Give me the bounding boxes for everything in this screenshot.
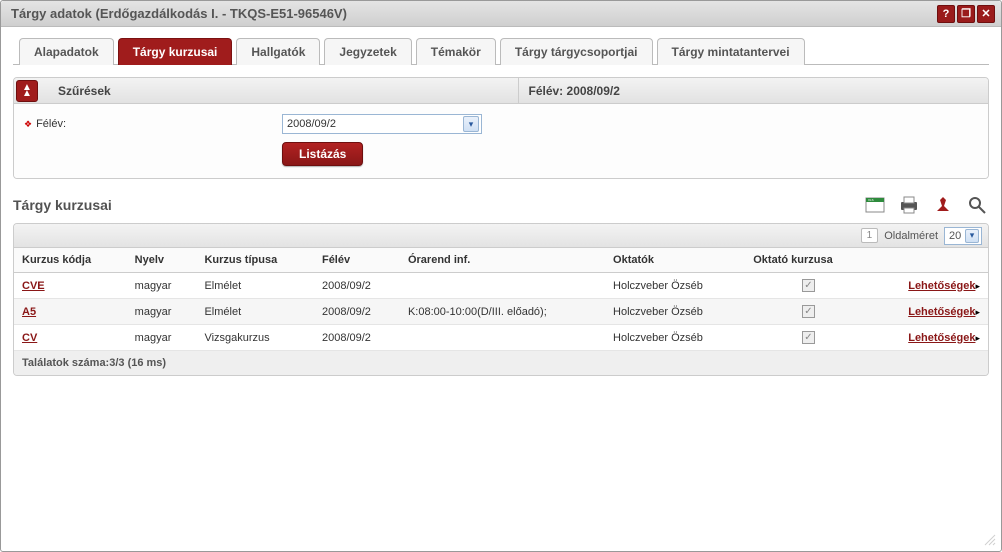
table-row: CV magyar Vizsgakurzus 2008/09/2 Holczve… bbox=[14, 325, 988, 351]
cell-lang: magyar bbox=[127, 273, 197, 299]
cell-teachers: Holczveber Özséb bbox=[605, 273, 745, 299]
cell-term: 2008/09/2 bbox=[314, 299, 400, 325]
filter-row-term: ❖ Félév: 2008/09/2 ▾ bbox=[24, 114, 978, 134]
cell-teachers: Holczveber Özséb bbox=[605, 299, 745, 325]
row-options-link[interactable]: Lehetőségek bbox=[908, 332, 975, 344]
tab-jegyzetek[interactable]: Jegyzetek bbox=[324, 38, 411, 65]
pin-icon[interactable] bbox=[931, 193, 955, 217]
help-button[interactable]: ? bbox=[937, 5, 955, 23]
search-icon[interactable] bbox=[965, 193, 989, 217]
chevron-right-icon: ▸ bbox=[975, 281, 980, 291]
filter-body: ❖ Félév: 2008/09/2 ▾ Listázás bbox=[14, 104, 988, 178]
cell-type: Elmélet bbox=[196, 273, 314, 299]
cell-term: 2008/09/2 bbox=[314, 273, 400, 299]
col-teachers[interactable]: Oktatók bbox=[605, 248, 745, 273]
checkbox-checked-icon: ✓ bbox=[802, 305, 815, 318]
dialog-window: Tárgy adatok (Erdőgazdálkodás I. - TKQS-… bbox=[0, 0, 1002, 552]
cell-type: Elmélet bbox=[196, 299, 314, 325]
tab-alapadatok[interactable]: Alapadatok bbox=[19, 38, 114, 65]
cell-term: 2008/09/2 bbox=[314, 325, 400, 351]
page-size-select[interactable]: 20 ▾ bbox=[944, 227, 982, 245]
grid: 1 Oldalméret 20 ▾ Kurzus kódja Nyelv Kur… bbox=[13, 223, 989, 376]
page-size-value: 20 bbox=[949, 230, 961, 242]
term-select-value: 2008/09/2 bbox=[287, 118, 336, 130]
row-options-link[interactable]: Lehetőségek bbox=[908, 306, 975, 318]
window-content: Alapadatok Tárgy kurzusai Hallgatók Jegy… bbox=[1, 27, 1001, 551]
titlebar-buttons: ? ❐ ✕ bbox=[937, 5, 995, 23]
chevron-right-icon: ▸ bbox=[975, 307, 980, 317]
popout-button[interactable]: ❐ bbox=[957, 5, 975, 23]
tab-temakor[interactable]: Témakör bbox=[416, 38, 496, 65]
svg-text:XLS: XLS bbox=[868, 198, 874, 202]
course-code-link[interactable]: CVE bbox=[22, 280, 45, 292]
col-teacher-course[interactable]: Oktató kurzusa bbox=[745, 248, 871, 273]
filter-header-right: Félév: 2008/09/2 bbox=[518, 78, 989, 103]
course-code-link[interactable]: A5 bbox=[22, 306, 36, 318]
filter-label-term: ❖ Félév: bbox=[24, 118, 274, 130]
checkbox-checked-icon: ✓ bbox=[802, 279, 815, 292]
list-button[interactable]: Listázás bbox=[282, 142, 363, 166]
tab-hallgatok[interactable]: Hallgatók bbox=[236, 38, 320, 65]
export-xls-icon[interactable]: XLS bbox=[863, 193, 887, 217]
col-options bbox=[872, 248, 988, 273]
filter-header-left: Szűrések bbox=[48, 78, 518, 103]
cell-lang: magyar bbox=[127, 325, 197, 351]
term-select[interactable]: 2008/09/2 ▾ bbox=[282, 114, 482, 134]
section-header: Tárgy kurzusai XLS bbox=[13, 193, 989, 217]
col-type[interactable]: Kurzus típusa bbox=[196, 248, 314, 273]
page-number[interactable]: 1 bbox=[861, 228, 879, 243]
result-count: Találatok száma:3/3 (16 ms) bbox=[14, 351, 988, 375]
resize-grip-icon[interactable] bbox=[983, 533, 997, 547]
tab-targy-mintatantervei[interactable]: Tárgy mintatantervei bbox=[657, 38, 805, 65]
col-schedule[interactable]: Órarend inf. bbox=[400, 248, 605, 273]
cell-schedule bbox=[400, 273, 605, 299]
cell-lang: magyar bbox=[127, 299, 197, 325]
tab-targy-kurzusai[interactable]: Tárgy kurzusai bbox=[118, 38, 233, 65]
tab-strip: Alapadatok Tárgy kurzusai Hallgatók Jegy… bbox=[13, 37, 989, 65]
collapse-filter-button[interactable]: ▲▲ bbox=[16, 80, 38, 102]
courses-table: Kurzus kódja Nyelv Kurzus típusa Félév Ó… bbox=[14, 248, 988, 351]
cell-teachers: Holczveber Özséb bbox=[605, 325, 745, 351]
cell-schedule bbox=[400, 325, 605, 351]
cell-teacher-course: ✓ bbox=[745, 273, 871, 299]
section-title: Tárgy kurzusai bbox=[13, 197, 863, 213]
page-size-label: Oldalméret bbox=[884, 230, 938, 242]
course-code-link[interactable]: CV bbox=[22, 332, 37, 344]
required-icon: ❖ bbox=[24, 119, 32, 130]
row-options-link[interactable]: Lehetőségek bbox=[908, 280, 975, 292]
table-row: A5 magyar Elmélet 2008/09/2 K:08:00-10:0… bbox=[14, 299, 988, 325]
filter-header: ▲▲ Szűrések Félév: 2008/09/2 bbox=[14, 78, 988, 104]
pager: 1 Oldalméret 20 ▾ bbox=[14, 224, 988, 248]
tab-targy-targycsoportjai[interactable]: Tárgy tárgycsoportjai bbox=[500, 38, 653, 65]
print-icon[interactable] bbox=[897, 193, 921, 217]
cell-teacher-course: ✓ bbox=[745, 325, 871, 351]
filter-panel: ▲▲ Szűrések Félév: 2008/09/2 ❖ Félév: 20… bbox=[13, 77, 989, 179]
chevron-up-icon: ▲▲ bbox=[22, 85, 32, 97]
col-code[interactable]: Kurzus kódja bbox=[14, 248, 127, 273]
window-title: Tárgy adatok (Erdőgazdálkodás I. - TKQS-… bbox=[11, 6, 937, 21]
cell-teacher-course: ✓ bbox=[745, 299, 871, 325]
cell-schedule: K:08:00-10:00(D/III. előadó); bbox=[400, 299, 605, 325]
chevron-down-icon: ▾ bbox=[463, 116, 479, 132]
table-header-row: Kurzus kódja Nyelv Kurzus típusa Félév Ó… bbox=[14, 248, 988, 273]
col-lang[interactable]: Nyelv bbox=[127, 248, 197, 273]
chevron-right-icon: ▸ bbox=[975, 333, 980, 343]
grid-toolbar: XLS bbox=[863, 193, 989, 217]
cell-type: Vizsgakurzus bbox=[196, 325, 314, 351]
titlebar: Tárgy adatok (Erdőgazdálkodás I. - TKQS-… bbox=[1, 1, 1001, 27]
close-button[interactable]: ✕ bbox=[977, 5, 995, 23]
checkbox-checked-icon: ✓ bbox=[802, 331, 815, 344]
term-label-text: Félév: bbox=[36, 118, 66, 130]
col-term[interactable]: Félév bbox=[314, 248, 400, 273]
table-row: CVE magyar Elmélet 2008/09/2 Holczveber … bbox=[14, 273, 988, 299]
chevron-down-icon: ▾ bbox=[965, 229, 979, 243]
